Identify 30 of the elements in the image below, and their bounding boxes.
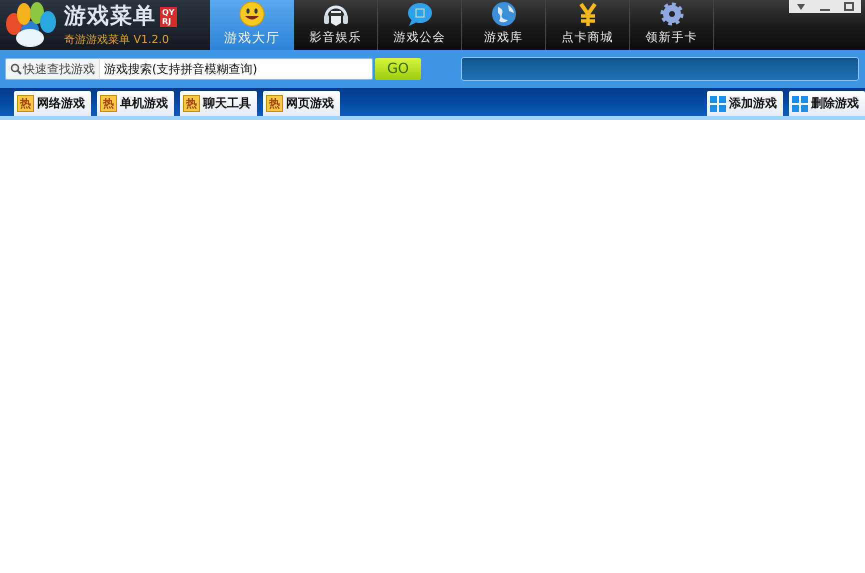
nav-tab[interactable]: 游戏大厅 <box>210 0 294 50</box>
gear-icon <box>658 1 686 28</box>
grid-icon <box>792 96 808 112</box>
category-label: 网络游戏 <box>37 95 85 112</box>
hot-badge: 热 <box>17 95 34 112</box>
grid-icon <box>710 96 726 112</box>
category-tab[interactable]: 热 网络游戏 <box>14 91 91 116</box>
app-title: 游戏菜单 <box>64 4 156 30</box>
category-label: 聊天工具 <box>203 95 251 112</box>
category-tab[interactable]: 热 单机游戏 <box>97 91 174 116</box>
category-label: 单机游戏 <box>120 95 168 112</box>
speech-bubble-icon <box>406 1 434 28</box>
go-button[interactable]: GO <box>375 58 421 80</box>
app-badge: QY RJ <box>160 6 177 26</box>
quick-search-label: 快速查找游戏 <box>5 58 100 80</box>
action-button[interactable]: 删除游戏 <box>789 91 865 116</box>
app-version: 奇游游戏菜单 V1.2.0 <box>64 32 170 46</box>
dropdown-icon[interactable] <box>795 2 807 12</box>
hot-badge: 热 <box>183 95 200 112</box>
category-tab[interactable]: 热 聊天工具 <box>180 91 257 116</box>
category-tab[interactable]: 热 网页游戏 <box>263 91 340 116</box>
hot-badge: 热 <box>266 95 283 112</box>
search-icon <box>10 63 22 75</box>
maximize-icon[interactable] <box>843 2 855 12</box>
globe-icon <box>490 1 518 28</box>
smiley-icon <box>238 1 266 28</box>
action-button[interactable]: 添加游戏 <box>707 91 783 116</box>
category-label: 网页游戏 <box>286 95 334 112</box>
search-field[interactable]: 游戏搜索(支持拼音模糊查询) <box>100 58 373 80</box>
hot-badge: 热 <box>100 95 117 112</box>
